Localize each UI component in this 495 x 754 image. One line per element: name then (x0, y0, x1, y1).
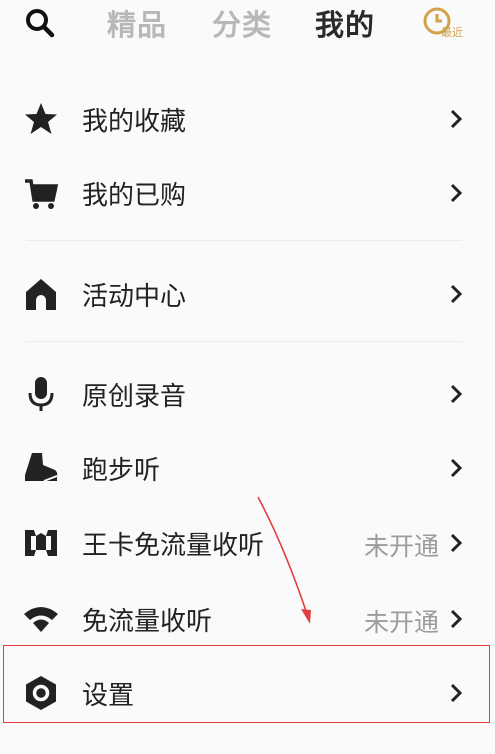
menu-item-label: 活动中心 (82, 282, 187, 312)
star-icon (25, 103, 57, 134)
wangka-icon (25, 530, 57, 556)
cart-icon (25, 179, 59, 209)
divider (26, 341, 462, 342)
scrolled-item-fragment (22, 44, 242, 58)
home-icon (26, 279, 56, 310)
chevron-right-icon (450, 458, 463, 478)
chevron-right-icon (450, 109, 463, 129)
microphone-icon (28, 377, 54, 411)
recent-label: 最近 (441, 26, 463, 39)
menu-item-label: 我的已购 (82, 181, 187, 211)
menu-item-label: 免流量收听 (82, 607, 213, 637)
menu-item-purchased[interactable]: 我的已购 (0, 156, 495, 230)
tab-categories[interactable]: 分类 (212, 2, 272, 44)
menu-item-label: 王卡免流量收听 (82, 531, 265, 561)
status-text: 未开通 (363, 608, 439, 637)
chevron-right-icon (450, 609, 463, 629)
highlight-box (3, 645, 490, 723)
status-text: 未开通 (363, 532, 439, 561)
top-nav: 精品 分类 我的 最近 (0, 0, 495, 50)
wifi-icon (24, 607, 58, 632)
menu-item-label: 原创录音 (82, 382, 187, 412)
chevron-right-icon (450, 533, 463, 553)
shoe-icon (25, 453, 58, 482)
search-icon[interactable] (24, 7, 56, 39)
tab-mine[interactable]: 我的 (315, 2, 375, 44)
chevron-right-icon (450, 284, 463, 304)
tab-featured[interactable]: 精品 (107, 2, 167, 44)
menu-item-label: 我的收藏 (82, 107, 187, 137)
chevron-right-icon (450, 384, 463, 404)
menu-item-activity-center[interactable]: 活动中心 (0, 257, 495, 331)
menu-item-running[interactable]: 跑步听 (0, 431, 495, 505)
menu-item-wangka-free-data[interactable]: 王卡免流量收听 未开通 (0, 506, 495, 580)
menu-item-label: 跑步听 (82, 456, 161, 486)
chevron-right-icon (450, 183, 463, 203)
menu-item-original-recording[interactable]: 原创录音 (0, 357, 495, 431)
menu-item-favorites[interactable]: 我的收藏 (0, 82, 495, 156)
divider (26, 240, 462, 241)
recent-button[interactable]: 最近 (420, 6, 470, 42)
